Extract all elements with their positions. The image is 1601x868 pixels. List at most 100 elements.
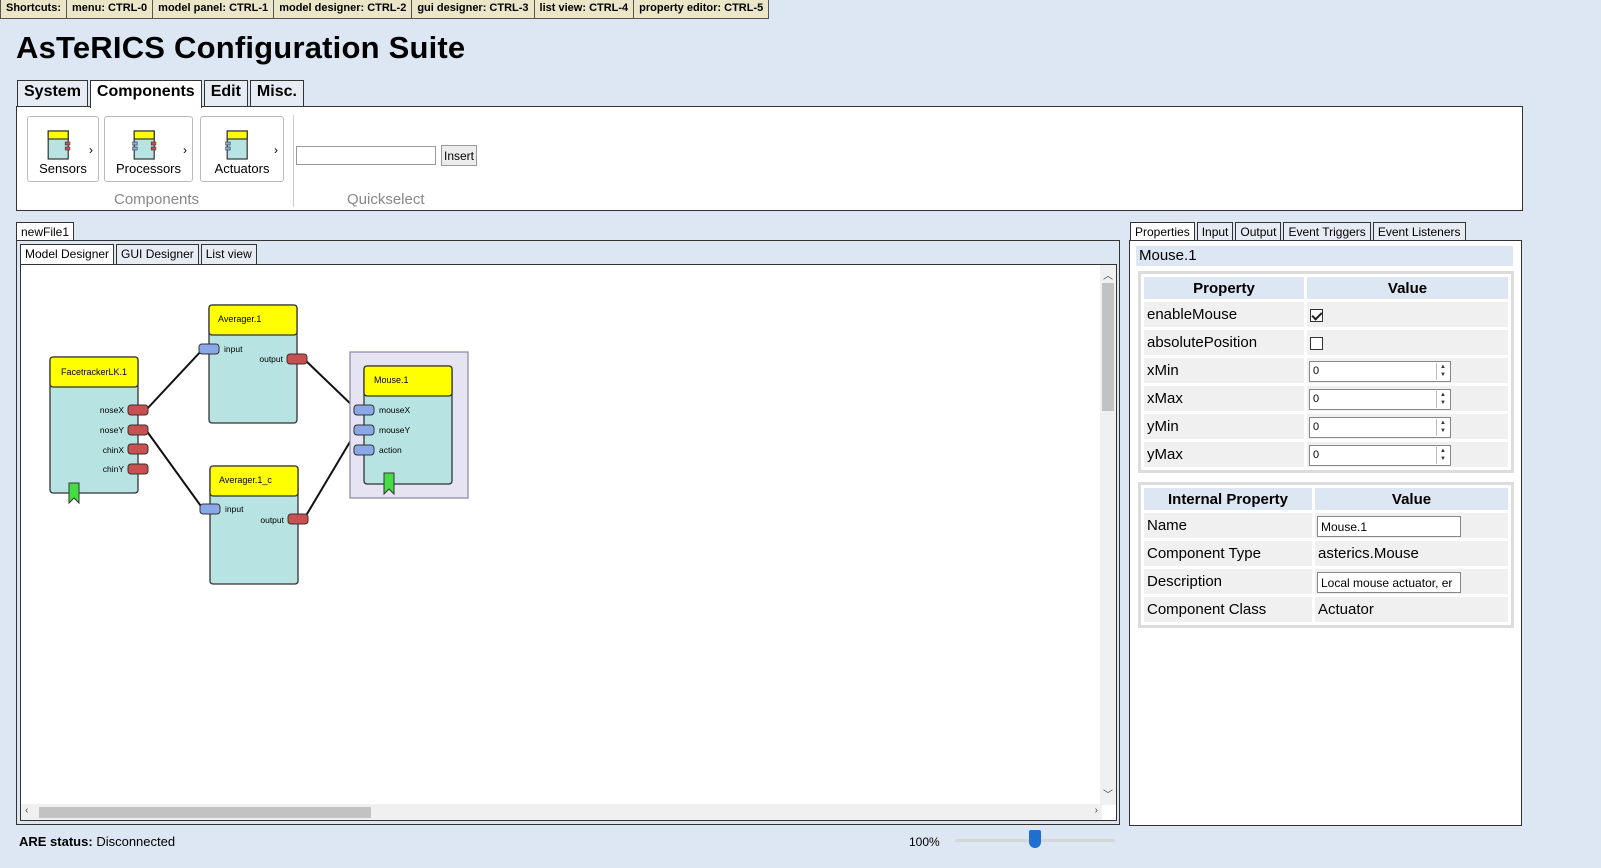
value-header: Value <box>1315 488 1508 510</box>
connection-noseX-input[interactable] <box>145 348 204 411</box>
property-row-xmax: xMax 0 ▲ ▼ <box>1144 386 1508 411</box>
horizontal-scrollbar[interactable]: ‹ › <box>21 804 1102 820</box>
tab-event-triggers[interactable]: Event Triggers <box>1283 222 1371 241</box>
spinner-arrows-icon[interactable]: ▲ ▼ <box>1436 447 1449 464</box>
tab-components[interactable]: Components <box>89 80 202 108</box>
sensors-button[interactable]: › Sensors <box>27 116 99 182</box>
tab-gui-designer[interactable]: GUI Designer <box>116 244 199 264</box>
vertical-scroll-thumb[interactable] <box>1102 283 1114 411</box>
component-averager-1[interactable]: Averager.1 input output <box>198 304 308 424</box>
port-label-noseY: noseY <box>100 425 124 435</box>
component-averager-1c[interactable]: Averager.1_c input output <box>199 465 309 585</box>
port-label-chinX: chinX <box>103 445 125 455</box>
component-type-value: asterics.Mouse <box>1315 541 1508 566</box>
scroll-right-icon[interactable]: › <box>1095 805 1098 816</box>
component-title: FacetrackerLK.1 <box>61 367 127 377</box>
spinner-arrows-icon[interactable]: ▲ ▼ <box>1436 419 1449 436</box>
spinner-arrows-icon[interactable]: ▲ ▼ <box>1436 391 1449 408</box>
event-marker-icon[interactable] <box>68 482 80 505</box>
tab-model-designer[interactable]: Model Designer <box>20 244 115 264</box>
property-label: Name <box>1144 513 1312 538</box>
file-tab-newfile1[interactable]: newFile1 <box>16 222 75 241</box>
spinner-arrows-icon[interactable]: ▲ ▼ <box>1436 363 1449 380</box>
shortcut-model-panel[interactable]: model panel: CTRL-1 <box>152 0 275 19</box>
input-port-input[interactable] <box>199 503 221 515</box>
scroll-left-icon[interactable]: ‹ <box>25 805 28 816</box>
components-group-label: Components <box>114 191 200 208</box>
input-port-mouseY[interactable] <box>353 424 375 436</box>
xmax-spinner[interactable]: 0 ▲ ▼ <box>1309 389 1451 410</box>
output-port-output[interactable] <box>286 353 308 365</box>
property-label: Component Class <box>1144 597 1312 622</box>
component-mouse-1[interactable]: Mouse.1 mouseX mouseY action <box>349 351 469 499</box>
scroll-down-icon[interactable]: ﹀ <box>1103 786 1113 801</box>
ymin-spinner[interactable]: 0 ▲ ▼ <box>1309 417 1451 438</box>
component-facetrackerlk[interactable]: FacetrackerLK.1 noseX noseY chinX chinY <box>49 356 149 505</box>
tab-input[interactable]: Input <box>1196 222 1234 241</box>
event-port-action[interactable] <box>353 444 375 456</box>
input-port-input[interactable] <box>198 343 220 355</box>
tab-system[interactable]: System <box>17 80 88 106</box>
property-row-absoluteposition: absolutePosition <box>1144 330 1508 355</box>
internal-row-component-type: Component Type asterics.Mouse <box>1144 541 1508 566</box>
tab-event-listeners[interactable]: Event Listeners <box>1372 222 1466 241</box>
shortcut-list-view[interactable]: list view: CTRL-4 <box>533 0 635 19</box>
property-label: enableMouse <box>1144 302 1304 327</box>
internal-property-header: Internal Property <box>1144 488 1312 510</box>
tab-misc[interactable]: Misc. <box>249 80 304 106</box>
port-label-output: output <box>259 354 283 364</box>
connection-output-mouseY[interactable] <box>303 429 358 520</box>
sensors-label: Sensors <box>39 161 87 176</box>
output-port-chinY[interactable] <box>127 463 149 475</box>
horizontal-scroll-thumb[interactable] <box>39 807 371 818</box>
port-label-mouseY: mouseY <box>379 425 411 435</box>
connection-output-mouseX[interactable] <box>303 358 358 411</box>
property-row-enablemouse: enableMouse <box>1144 302 1508 327</box>
output-port-noseX[interactable] <box>127 404 149 416</box>
port-label-output: output <box>260 515 284 525</box>
property-editor-panel: Mouse.1 Property Value enableMouse absol… <box>1129 240 1522 826</box>
chevron-right-icon: › <box>274 143 278 157</box>
internal-row-component-class: Component Class Actuator <box>1144 597 1508 622</box>
output-port-output[interactable] <box>287 513 309 525</box>
port-label-noseX: noseX <box>100 405 124 415</box>
shortcut-model-designer[interactable]: model designer: CTRL-2 <box>273 0 413 19</box>
port-label-input: input <box>225 504 244 514</box>
enablemouse-checkbox[interactable] <box>1310 308 1323 322</box>
processors-button[interactable]: › Processors <box>104 116 193 182</box>
tab-edit[interactable]: Edit <box>203 80 248 106</box>
tab-properties[interactable]: Properties <box>1130 222 1195 241</box>
property-tabs: Properties Input Output Event Triggers E… <box>1130 222 1468 241</box>
property-label: xMax <box>1144 386 1304 411</box>
vertical-scrollbar[interactable]: ︿ ﹀ <box>1100 265 1116 805</box>
scroll-up-icon[interactable]: ︿ <box>1103 267 1113 282</box>
view-tabs: Model Designer GUI Designer List view <box>20 244 259 264</box>
ribbon-panel: › Sensors › Processors › Actuators Compo… <box>16 106 1523 211</box>
connection-noseY-input[interactable] <box>145 429 204 510</box>
input-port-mouseX[interactable] <box>353 404 375 416</box>
name-input[interactable]: Mouse.1 <box>1317 515 1461 537</box>
quickselect-input[interactable] <box>296 146 436 165</box>
output-port-noseY[interactable] <box>127 424 149 436</box>
property-label: Component Type <box>1144 541 1312 566</box>
shortcut-gui-designer[interactable]: gui designer: CTRL-3 <box>411 0 535 19</box>
processors-label: Processors <box>115 161 182 176</box>
tab-list-view[interactable]: List view <box>200 244 257 264</box>
xmin-spinner[interactable]: 0 ▲ ▼ <box>1309 361 1451 382</box>
absoluteposition-checkbox[interactable] <box>1310 336 1323 350</box>
model-canvas[interactable]: FacetrackerLK.1 noseX noseY chinX chinY … <box>20 264 1117 821</box>
value-header: Value <box>1307 277 1508 299</box>
output-port-chinX[interactable] <box>127 443 149 455</box>
shortcut-property-editor[interactable]: property editor: CTRL-5 <box>633 0 770 19</box>
port-label-chinY: chinY <box>103 464 125 474</box>
actuators-button[interactable]: › Actuators <box>200 116 284 182</box>
tab-output[interactable]: Output <box>1235 222 1282 241</box>
insert-button[interactable]: Insert <box>441 145 478 166</box>
shortcut-menu[interactable]: menu: CTRL-0 <box>66 0 154 19</box>
xmin-value: 0 <box>1313 365 1320 377</box>
description-input[interactable]: Local mouse actuator, er <box>1317 571 1461 593</box>
component-title: Averager.1 <box>218 314 261 324</box>
ymax-spinner[interactable]: 0 ▲ ▼ <box>1309 445 1451 466</box>
zoom-slider-thumb[interactable] <box>1029 830 1041 848</box>
document-panel: Model Designer GUI Designer List view Fa… <box>16 240 1120 825</box>
